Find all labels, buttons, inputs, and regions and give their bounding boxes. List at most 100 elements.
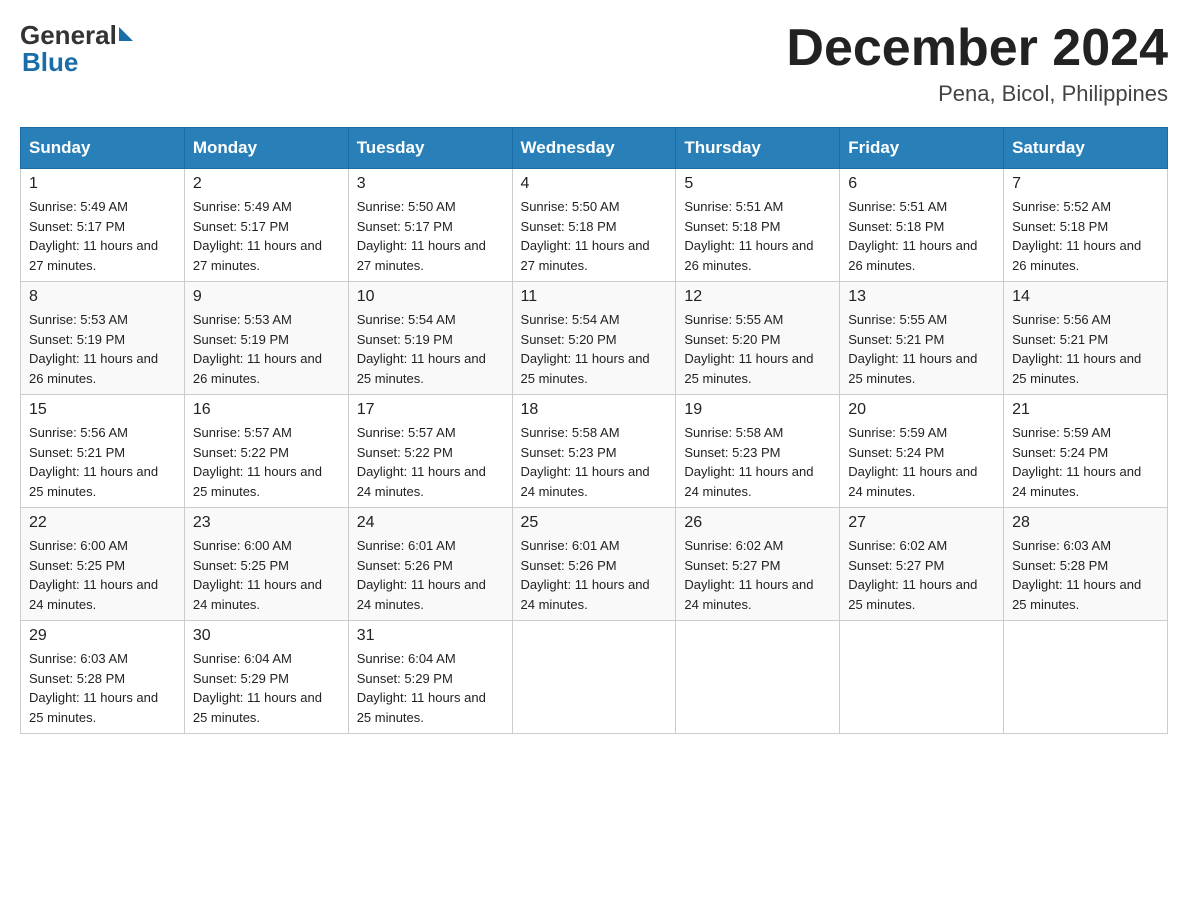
day-number: 13 <box>848 288 995 306</box>
day-info: Sunrise: 6:00 AM Sunset: 5:25 PM Dayligh… <box>193 536 340 614</box>
day-number: 16 <box>193 401 340 419</box>
day-number: 18 <box>521 401 668 419</box>
logo: General Blue <box>20 20 133 78</box>
day-number: 29 <box>29 627 176 645</box>
day-info: Sunrise: 5:58 AM Sunset: 5:23 PM Dayligh… <box>684 423 831 501</box>
day-info: Sunrise: 5:56 AM Sunset: 5:21 PM Dayligh… <box>29 423 176 501</box>
day-number: 21 <box>1012 401 1159 419</box>
day-info: Sunrise: 6:04 AM Sunset: 5:29 PM Dayligh… <box>357 649 504 727</box>
day-info: Sunrise: 5:53 AM Sunset: 5:19 PM Dayligh… <box>29 310 176 388</box>
table-row: 2 Sunrise: 5:49 AM Sunset: 5:17 PM Dayli… <box>184 169 348 282</box>
table-row: 18 Sunrise: 5:58 AM Sunset: 5:23 PM Dayl… <box>512 395 676 508</box>
table-row: 14 Sunrise: 5:56 AM Sunset: 5:21 PM Dayl… <box>1004 282 1168 395</box>
day-number: 12 <box>684 288 831 306</box>
day-info: Sunrise: 5:59 AM Sunset: 5:24 PM Dayligh… <box>848 423 995 501</box>
day-number: 8 <box>29 288 176 306</box>
table-row: 28 Sunrise: 6:03 AM Sunset: 5:28 PM Dayl… <box>1004 508 1168 621</box>
day-number: 14 <box>1012 288 1159 306</box>
table-row: 1 Sunrise: 5:49 AM Sunset: 5:17 PM Dayli… <box>21 169 185 282</box>
day-number: 17 <box>357 401 504 419</box>
day-info: Sunrise: 5:58 AM Sunset: 5:23 PM Dayligh… <box>521 423 668 501</box>
table-row: 31 Sunrise: 6:04 AM Sunset: 5:29 PM Dayl… <box>348 621 512 734</box>
day-info: Sunrise: 5:57 AM Sunset: 5:22 PM Dayligh… <box>193 423 340 501</box>
day-info: Sunrise: 5:55 AM Sunset: 5:20 PM Dayligh… <box>684 310 831 388</box>
table-row: 12 Sunrise: 5:55 AM Sunset: 5:20 PM Dayl… <box>676 282 840 395</box>
day-number: 23 <box>193 514 340 532</box>
day-number: 11 <box>521 288 668 306</box>
day-info: Sunrise: 5:57 AM Sunset: 5:22 PM Dayligh… <box>357 423 504 501</box>
table-row: 26 Sunrise: 6:02 AM Sunset: 5:27 PM Dayl… <box>676 508 840 621</box>
table-row: 3 Sunrise: 5:50 AM Sunset: 5:17 PM Dayli… <box>348 169 512 282</box>
table-row: 23 Sunrise: 6:00 AM Sunset: 5:25 PM Dayl… <box>184 508 348 621</box>
day-info: Sunrise: 6:01 AM Sunset: 5:26 PM Dayligh… <box>521 536 668 614</box>
table-row: 4 Sunrise: 5:50 AM Sunset: 5:18 PM Dayli… <box>512 169 676 282</box>
day-info: Sunrise: 5:49 AM Sunset: 5:17 PM Dayligh… <box>193 197 340 275</box>
day-number: 10 <box>357 288 504 306</box>
header-sunday: Sunday <box>21 128 185 169</box>
day-number: 24 <box>357 514 504 532</box>
table-row: 20 Sunrise: 5:59 AM Sunset: 5:24 PM Dayl… <box>840 395 1004 508</box>
table-row: 5 Sunrise: 5:51 AM Sunset: 5:18 PM Dayli… <box>676 169 840 282</box>
table-row: 16 Sunrise: 5:57 AM Sunset: 5:22 PM Dayl… <box>184 395 348 508</box>
day-info: Sunrise: 6:02 AM Sunset: 5:27 PM Dayligh… <box>848 536 995 614</box>
table-row: 7 Sunrise: 5:52 AM Sunset: 5:18 PM Dayli… <box>1004 169 1168 282</box>
day-info: Sunrise: 5:53 AM Sunset: 5:19 PM Dayligh… <box>193 310 340 388</box>
day-info: Sunrise: 6:02 AM Sunset: 5:27 PM Dayligh… <box>684 536 831 614</box>
location-title: Pena, Bicol, Philippines <box>786 81 1168 107</box>
day-info: Sunrise: 5:50 AM Sunset: 5:18 PM Dayligh… <box>521 197 668 275</box>
day-info: Sunrise: 5:54 AM Sunset: 5:20 PM Dayligh… <box>521 310 668 388</box>
day-info: Sunrise: 5:52 AM Sunset: 5:18 PM Dayligh… <box>1012 197 1159 275</box>
calendar-table: Sunday Monday Tuesday Wednesday Thursday… <box>20 127 1168 734</box>
table-row: 9 Sunrise: 5:53 AM Sunset: 5:19 PM Dayli… <box>184 282 348 395</box>
day-header-row: Sunday Monday Tuesday Wednesday Thursday… <box>21 128 1168 169</box>
day-info: Sunrise: 5:59 AM Sunset: 5:24 PM Dayligh… <box>1012 423 1159 501</box>
table-row: 15 Sunrise: 5:56 AM Sunset: 5:21 PM Dayl… <box>21 395 185 508</box>
table-row <box>676 621 840 734</box>
day-info: Sunrise: 5:54 AM Sunset: 5:19 PM Dayligh… <box>357 310 504 388</box>
title-area: December 2024 Pena, Bicol, Philippines <box>786 20 1168 107</box>
day-info: Sunrise: 5:56 AM Sunset: 5:21 PM Dayligh… <box>1012 310 1159 388</box>
day-info: Sunrise: 6:03 AM Sunset: 5:28 PM Dayligh… <box>29 649 176 727</box>
table-row: 24 Sunrise: 6:01 AM Sunset: 5:26 PM Dayl… <box>348 508 512 621</box>
day-number: 3 <box>357 175 504 193</box>
day-number: 30 <box>193 627 340 645</box>
table-row: 27 Sunrise: 6:02 AM Sunset: 5:27 PM Dayl… <box>840 508 1004 621</box>
day-info: Sunrise: 5:51 AM Sunset: 5:18 PM Dayligh… <box>684 197 831 275</box>
day-number: 5 <box>684 175 831 193</box>
calendar-week-row: 22 Sunrise: 6:00 AM Sunset: 5:25 PM Dayl… <box>21 508 1168 621</box>
table-row: 6 Sunrise: 5:51 AM Sunset: 5:18 PM Dayli… <box>840 169 1004 282</box>
header-tuesday: Tuesday <box>348 128 512 169</box>
day-info: Sunrise: 5:49 AM Sunset: 5:17 PM Dayligh… <box>29 197 176 275</box>
header-thursday: Thursday <box>676 128 840 169</box>
table-row: 21 Sunrise: 5:59 AM Sunset: 5:24 PM Dayl… <box>1004 395 1168 508</box>
day-info: Sunrise: 6:03 AM Sunset: 5:28 PM Dayligh… <box>1012 536 1159 614</box>
header-friday: Friday <box>840 128 1004 169</box>
day-number: 25 <box>521 514 668 532</box>
logo-arrow-icon <box>119 27 133 41</box>
day-number: 4 <box>521 175 668 193</box>
day-info: Sunrise: 5:55 AM Sunset: 5:21 PM Dayligh… <box>848 310 995 388</box>
day-number: 26 <box>684 514 831 532</box>
table-row <box>512 621 676 734</box>
day-info: Sunrise: 5:51 AM Sunset: 5:18 PM Dayligh… <box>848 197 995 275</box>
header-monday: Monday <box>184 128 348 169</box>
header-wednesday: Wednesday <box>512 128 676 169</box>
day-number: 20 <box>848 401 995 419</box>
day-number: 15 <box>29 401 176 419</box>
header-saturday: Saturday <box>1004 128 1168 169</box>
table-row: 22 Sunrise: 6:00 AM Sunset: 5:25 PM Dayl… <box>21 508 185 621</box>
table-row <box>1004 621 1168 734</box>
day-number: 2 <box>193 175 340 193</box>
day-number: 31 <box>357 627 504 645</box>
logo-blue-text: Blue <box>22 47 78 78</box>
header: General Blue December 2024 Pena, Bicol, … <box>20 20 1168 107</box>
day-info: Sunrise: 6:01 AM Sunset: 5:26 PM Dayligh… <box>357 536 504 614</box>
table-row: 11 Sunrise: 5:54 AM Sunset: 5:20 PM Dayl… <box>512 282 676 395</box>
month-title: December 2024 <box>786 20 1168 77</box>
day-number: 27 <box>848 514 995 532</box>
calendar-week-row: 15 Sunrise: 5:56 AM Sunset: 5:21 PM Dayl… <box>21 395 1168 508</box>
day-number: 6 <box>848 175 995 193</box>
table-row: 19 Sunrise: 5:58 AM Sunset: 5:23 PM Dayl… <box>676 395 840 508</box>
day-number: 9 <box>193 288 340 306</box>
day-number: 28 <box>1012 514 1159 532</box>
